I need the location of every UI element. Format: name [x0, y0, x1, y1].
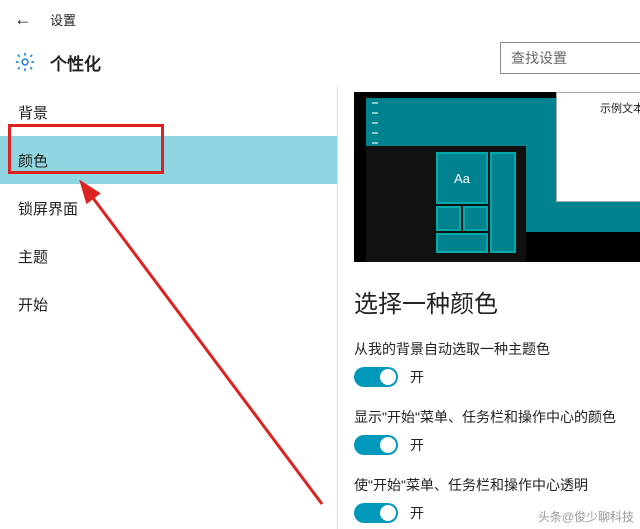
section-title: 选择一种颜色 [354, 284, 640, 319]
preview-start-menu: Aa [366, 146, 526, 262]
sidebar: 背景 颜色 锁屏界面 主题 开始 [0, 86, 338, 529]
content-area: 示例文本 Aa 选择一种颜色 从我的背景自动选取一种主题色 开 显示"开始"菜单… [338, 86, 640, 529]
setting-label: 从我的背景自动选取一种主题色 [354, 339, 640, 359]
sidebar-item-themes[interactable]: 主题 [0, 232, 337, 280]
preview-tile [463, 206, 488, 231]
preview-thumbnail: 示例文本 Aa [354, 92, 640, 262]
sidebar-item-label: 背景 [18, 102, 48, 123]
setting-show-color: 显示"开始"菜单、任务栏和操作中心的颜色 开 [354, 407, 640, 455]
setting-label: 使"开始"菜单、任务栏和操作中心透明 [354, 475, 640, 495]
sidebar-item-label: 颜色 [18, 150, 48, 171]
watermark: 头条@俊少聊科技 [538, 508, 634, 525]
setting-auto-accent: 从我的背景自动选取一种主题色 开 [354, 339, 640, 387]
toggle-state: 开 [410, 503, 424, 523]
preview-tile [436, 233, 488, 253]
titlebar: ← 设置 [0, 0, 640, 38]
page-header: 个性化 查找设置 [0, 38, 640, 86]
page-title: 个性化 [50, 50, 101, 75]
sidebar-item-lockscreen[interactable]: 锁屏界面 [0, 184, 337, 232]
sidebar-item-start[interactable]: 开始 [0, 280, 337, 328]
back-button[interactable]: ← [14, 9, 32, 30]
preview-tile [490, 152, 516, 253]
sidebar-item-colors[interactable]: 颜色 [0, 136, 337, 184]
sidebar-item-label: 锁屏界面 [18, 198, 78, 219]
preview-tile [436, 206, 461, 231]
toggle-transparency[interactable] [354, 503, 398, 523]
sidebar-item-label: 开始 [18, 294, 48, 315]
toggle-state: 开 [410, 367, 424, 387]
sidebar-item-background[interactable]: 背景 [0, 88, 337, 136]
toggle-state: 开 [410, 435, 424, 455]
preview-sample-text: 示例文本 [596, 98, 640, 118]
gear-icon [14, 51, 36, 73]
search-placeholder: 查找设置 [511, 48, 567, 68]
window-title: 设置 [50, 10, 76, 29]
sidebar-item-label: 主题 [18, 246, 48, 267]
search-input[interactable]: 查找设置 [500, 42, 640, 74]
toggle-show-color[interactable] [354, 435, 398, 455]
toggle-auto-accent[interactable] [354, 367, 398, 387]
setting-label: 显示"开始"菜单、任务栏和操作中心的颜色 [354, 407, 640, 427]
preview-tile: Aa [436, 152, 488, 204]
